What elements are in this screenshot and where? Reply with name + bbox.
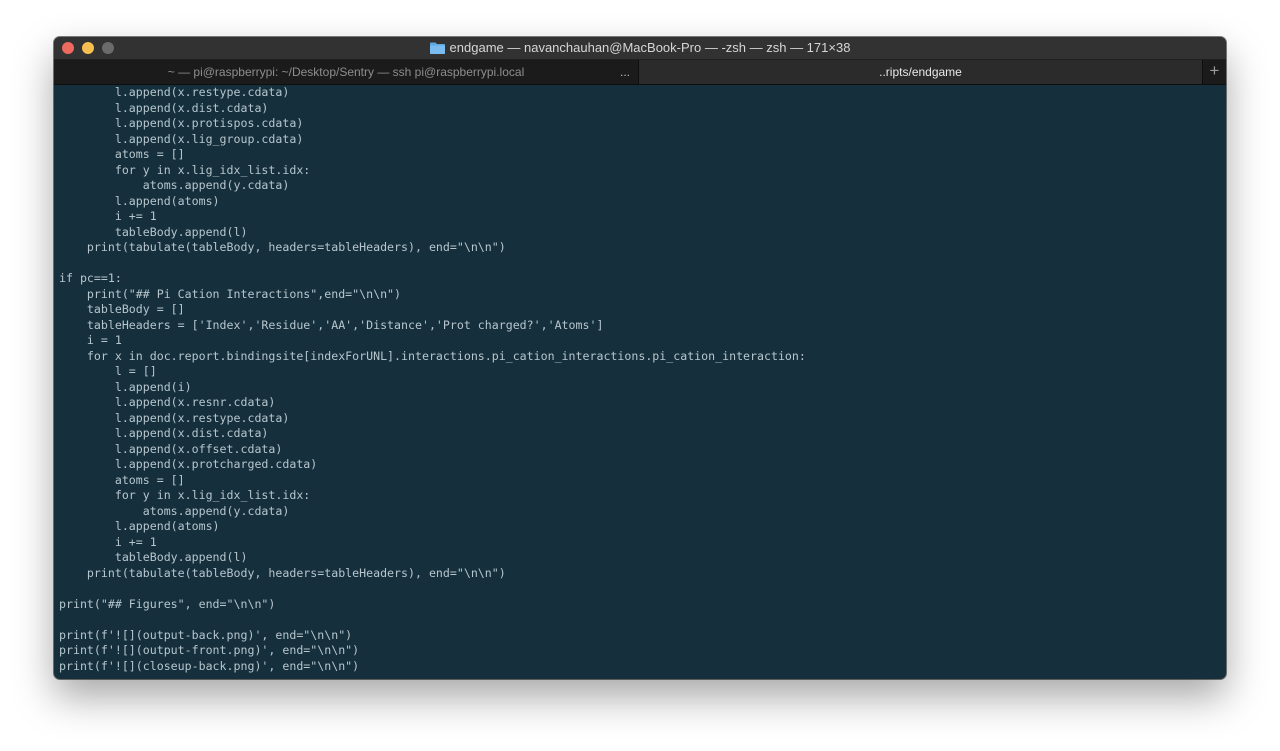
terminal-line: l.append(x.resnr.cdata): [59, 395, 276, 409]
terminal-output[interactable]: l.append(x.restype.cdata) l.append(x.dis…: [54, 85, 1226, 679]
window-title-text: endgame — navanchauhan@MacBook-Pro — -zs…: [449, 40, 851, 55]
terminal-line: i += 1: [59, 534, 157, 549]
terminal-window: endgame — navanchauhan@MacBook-Pro — -zs…: [54, 37, 1226, 679]
terminal-line: l.append(x.restype.cdata): [59, 85, 290, 99]
terminal-line: tableBody = []: [59, 302, 185, 316]
terminal-line: print(tabulate(tableBody, headers=tableH…: [59, 240, 506, 254]
terminal-line: print("## Pi Cation Interactions",end="\…: [59, 286, 402, 301]
terminal-line: print(f'![](output-front.png)', end="\n\…: [59, 643, 360, 657]
terminal-line: l = []: [59, 364, 157, 378]
terminal-line: if pc==1:: [59, 271, 122, 285]
new-tab-button[interactable]: +: [1202, 60, 1226, 84]
terminal-line: l.append(x.lig_group.cdata): [59, 131, 304, 146]
terminal-line: for x in doc.report.bindingsite[indexFor…: [59, 348, 806, 363]
terminal-line: for y in x.lig_idx_list.idx:: [59, 162, 311, 177]
folder-icon: [429, 42, 445, 58]
tab-ssh-raspberrypi[interactable]: ~ — pi@raspberrypi: ~/Desktop/Sentry — s…: [54, 60, 639, 84]
terminal-line: atoms = []: [59, 147, 185, 161]
terminal-line: l.append(atoms): [59, 193, 220, 208]
terminal-line: l.append(x.restype.cdata): [59, 410, 290, 425]
terminal-line: tableBody.append(l): [59, 224, 248, 239]
tab-overflow-indicator: ...: [619, 65, 630, 79]
terminal-line: l.append(atoms): [59, 519, 220, 533]
terminal-line: l.append(x.offset.cdata): [59, 441, 283, 456]
terminal-line: print(f'![](output-back.png)', end="\n\n…: [59, 627, 353, 642]
plus-icon: +: [1209, 61, 1220, 80]
terminal-line: atoms = []: [59, 472, 185, 487]
terminal-line: print("## Figures", end="\n\n"): [59, 596, 276, 611]
terminal-line: l.append(i): [59, 379, 192, 394]
terminal-line: atoms.append(y.cdata): [59, 178, 290, 192]
tab-endgame[interactable]: ..ripts/endgame: [639, 60, 1202, 84]
terminal-line: print(f'![](closeup-back.png)', end="\n\…: [59, 658, 360, 673]
terminal-line: atoms.append(y.cdata): [59, 503, 290, 518]
terminal-line: tableHeaders = ['Index','Residue','AA','…: [59, 317, 604, 332]
tab-label: ~ — pi@raspberrypi: ~/Desktop/Sentry — s…: [167, 65, 525, 79]
terminal-line: for y in x.lig_idx_list.idx:: [59, 488, 311, 502]
terminal-line: print(tabulate(tableBody, headers=tableH…: [59, 565, 506, 580]
terminal-line: l.append(x.dist.cdata): [59, 100, 269, 115]
tab-label: ..ripts/endgame: [879, 65, 962, 79]
tab-bar: ~ — pi@raspberrypi: ~/Desktop/Sentry — s…: [54, 60, 1226, 85]
terminal-line: l.append(x.dist.cdata): [59, 426, 269, 440]
terminal-line: i = 1: [59, 333, 122, 347]
title-bar[interactable]: endgame — navanchauhan@MacBook-Pro — -zs…: [54, 37, 1226, 60]
terminal-line: i += 1: [59, 209, 157, 223]
terminal-line: tableBody.append(l): [59, 550, 248, 564]
terminal-line: l.append(x.protispos.cdata): [59, 116, 304, 130]
terminal-line: l.append(x.protcharged.cdata): [59, 457, 318, 471]
window-title: endgame — navanchauhan@MacBook-Pro — -zs…: [54, 40, 1226, 58]
